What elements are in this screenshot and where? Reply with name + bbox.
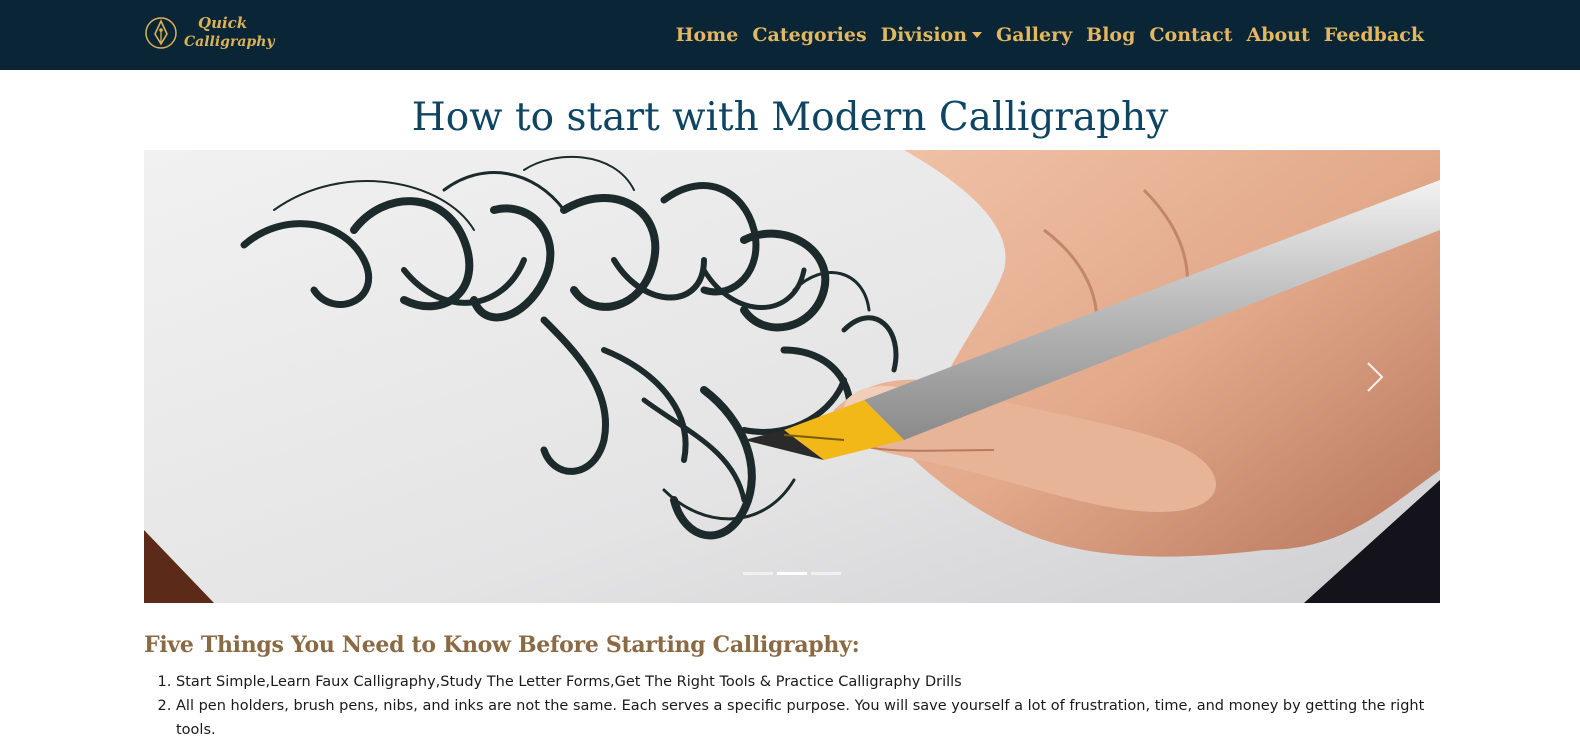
nav-division-label: Division (880, 24, 968, 46)
tips-list: Start Simple,Learn Faux Calligraphy,Stud… (144, 670, 1446, 742)
list-item: All pen holders, brush pens, nibs, and i… (176, 694, 1446, 742)
brand-name: Quick Calligraphy (184, 14, 275, 52)
carousel-indicator-3[interactable] (811, 572, 841, 575)
nav-blog[interactable]: Blog (1086, 24, 1135, 46)
section-heading: Five Things You Need to Know Before Star… (144, 632, 860, 658)
brand-line-1: Quick (198, 14, 248, 32)
nav-division-dropdown[interactable]: Division (880, 24, 983, 46)
nav-gallery[interactable]: Gallery (996, 24, 1072, 46)
calligraphy-pen-writing-image (144, 150, 1440, 603)
nav-feedback[interactable]: Feedback (1324, 24, 1424, 46)
main-nav: Home Categories Division Gallery Blog Co… (676, 0, 1424, 70)
list-item: Start Simple,Learn Faux Calligraphy,Stud… (176, 670, 1446, 694)
caret-down-icon (972, 32, 983, 38)
nav-home[interactable]: Home (676, 24, 739, 46)
page-title: How to start with Modern Calligraphy (411, 95, 1169, 140)
brand-logo[interactable]: Quick Calligraphy (144, 12, 275, 58)
carousel-indicator-2[interactable] (777, 572, 807, 575)
carousel-indicator-1[interactable] (743, 572, 773, 575)
nav-about[interactable]: About (1246, 24, 1309, 46)
carousel-next-button[interactable] (1310, 150, 1440, 603)
image-carousel (144, 150, 1440, 603)
nav-categories[interactable]: Categories (752, 24, 866, 46)
pen-nib-icon (145, 17, 177, 49)
top-navbar: Quick Calligraphy Home Categories Divisi… (0, 0, 1580, 70)
nav-contact[interactable]: Contact (1149, 24, 1232, 46)
chevron-right-icon (1367, 361, 1384, 392)
brand-line-2: Calligraphy (184, 34, 275, 50)
carousel-indicators (144, 572, 1440, 575)
